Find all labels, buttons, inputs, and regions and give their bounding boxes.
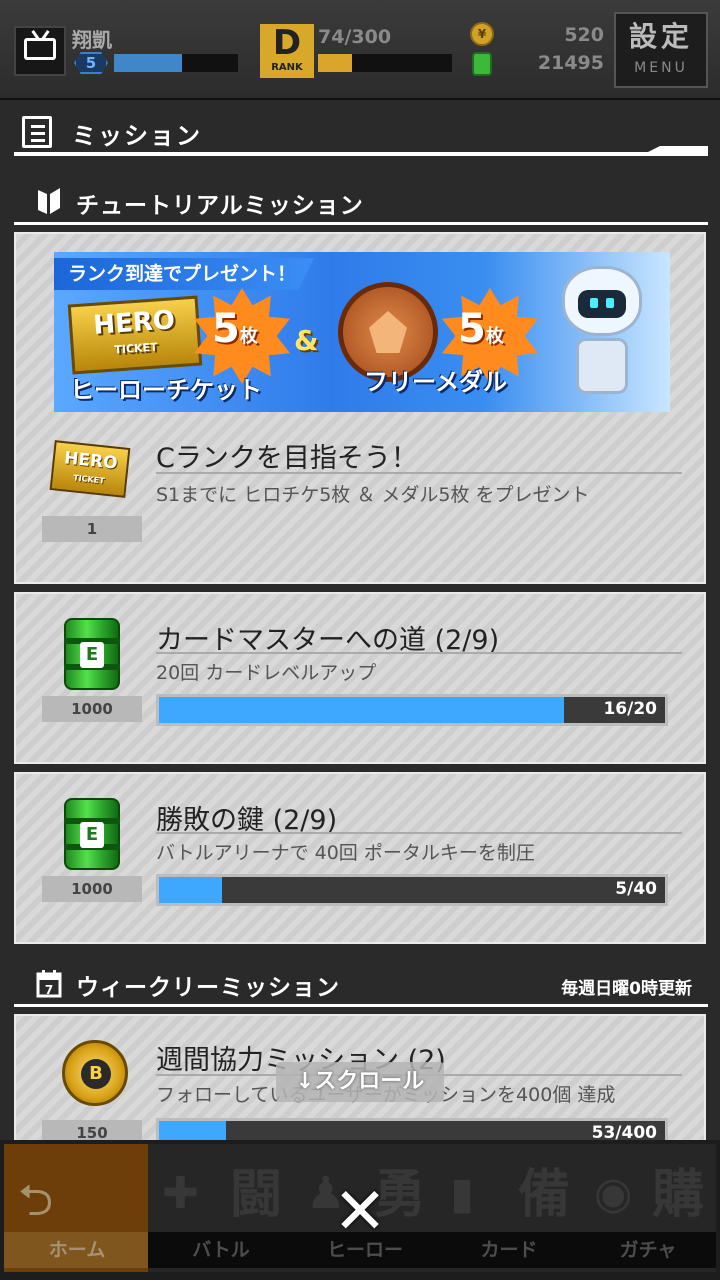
divider xyxy=(14,1004,708,1007)
green-energy-can-icon: E xyxy=(64,618,120,690)
divider xyxy=(156,652,682,654)
divider xyxy=(156,472,682,474)
player-level-badge: 5 xyxy=(74,52,108,74)
mission-progress-bar: 53/400 xyxy=(156,1118,668,1140)
coin-count: 520 xyxy=(564,24,604,46)
settings-menu-button[interactable]: 設定 MENU xyxy=(614,12,708,88)
status-bar: 翔凱 5 D RANK 74/300 ¥ 520 21495 設定 MENU xyxy=(0,0,720,100)
rank-progress-text: 74/300 xyxy=(318,26,392,48)
section-title: チュートリアルミッション xyxy=(76,193,364,219)
rank-reward-banner[interactable]: ランク到達でプレゼント！ HERO TICKET 5枚 & 5枚 ヒーローチケッ… xyxy=(54,252,670,412)
banner-tagline: ランク到達でプレゼント！ xyxy=(54,258,315,290)
mission-card[interactable]: E 1000 勝敗の鍵 (2/9) バトルアリーナで 40回 ポータルキーを制圧… xyxy=(14,772,706,944)
gold-coin-icon: B xyxy=(62,1040,128,1106)
page-title: ミッション xyxy=(72,122,202,150)
reward-count: 1 xyxy=(42,516,142,542)
energy-icon xyxy=(472,52,492,76)
energy-count: 21495 xyxy=(537,52,604,74)
mission-description: 20回 カードレベルアップ xyxy=(156,662,377,684)
reward-icon: E xyxy=(42,798,142,876)
medal-caption: フリーメダル xyxy=(364,368,508,396)
mission-progress-bar: 16/20 xyxy=(156,694,668,726)
progress-text: 5/40 xyxy=(615,879,657,899)
divider xyxy=(156,832,682,834)
mission-description: S1までに ヒロチケ5枚 ＆ メダル5枚 をプレゼント xyxy=(156,484,590,506)
hero-ticket-icon: HERO TICKET xyxy=(67,295,203,375)
ticket-count: 5枚 xyxy=(212,306,258,352)
mission-progress-bar: 5/40 xyxy=(156,874,668,906)
rank-icon: D RANK xyxy=(260,24,314,78)
document-icon xyxy=(22,116,52,148)
reward-count: 1000 xyxy=(42,696,142,722)
reward-count: 1000 xyxy=(42,876,142,902)
calendar-icon: 7 xyxy=(36,970,62,998)
coin-icon: ¥ xyxy=(470,22,494,46)
ampersand: & xyxy=(294,324,319,357)
tv-icon[interactable] xyxy=(14,26,66,76)
update-schedule-note: 毎週日曜0時更新 xyxy=(561,979,692,999)
book-icon xyxy=(38,188,60,214)
rank-progress-bar xyxy=(318,54,452,72)
divider xyxy=(14,152,708,156)
hero-ticket-icon: HERO TICKET xyxy=(49,440,131,498)
progress-text: 16/20 xyxy=(603,699,657,719)
green-energy-can-icon: E xyxy=(64,798,120,870)
scroll-hint: ↓スクロール xyxy=(276,1062,444,1102)
svg-text:7: 7 xyxy=(45,983,53,997)
tutorial-section-header: チュートリアルミッション xyxy=(14,180,708,224)
mission-card[interactable]: E 1000 カードマスターへの道 (2/9) 20回 カードレベルアップ 16… xyxy=(14,592,706,764)
player-name: 翔凱 xyxy=(72,28,112,52)
reward-count: 150 xyxy=(42,1120,142,1140)
mission-description: バトルアリーナで 40回 ポータルキーを制圧 xyxy=(156,842,535,864)
weekly-section-header: 7 ウィークリーミッション 毎週日曜0時更新 xyxy=(14,962,708,1006)
divider xyxy=(14,222,708,225)
mission-title: Cランクを目指そう！ xyxy=(156,443,418,474)
reward-icon: B xyxy=(42,1038,142,1116)
robot-mascot-icon xyxy=(542,256,662,406)
progress-text: 53/400 xyxy=(591,1123,657,1140)
reward-icon: E xyxy=(42,618,142,696)
ticket-caption: ヒーローチケット xyxy=(70,376,262,404)
screen-header: ミッション xyxy=(14,110,708,156)
medal-count: 5枚 xyxy=(458,306,504,352)
player-exp-bar xyxy=(114,54,238,72)
mission-card[interactable]: ランク到達でプレゼント！ HERO TICKET 5枚 & 5枚 ヒーローチケッ… xyxy=(14,232,706,584)
reward-icon: HERO TICKET xyxy=(42,440,142,518)
section-title: ウィークリーミッション xyxy=(76,975,340,1001)
close-icon[interactable]: ✕ xyxy=(328,1180,392,1244)
